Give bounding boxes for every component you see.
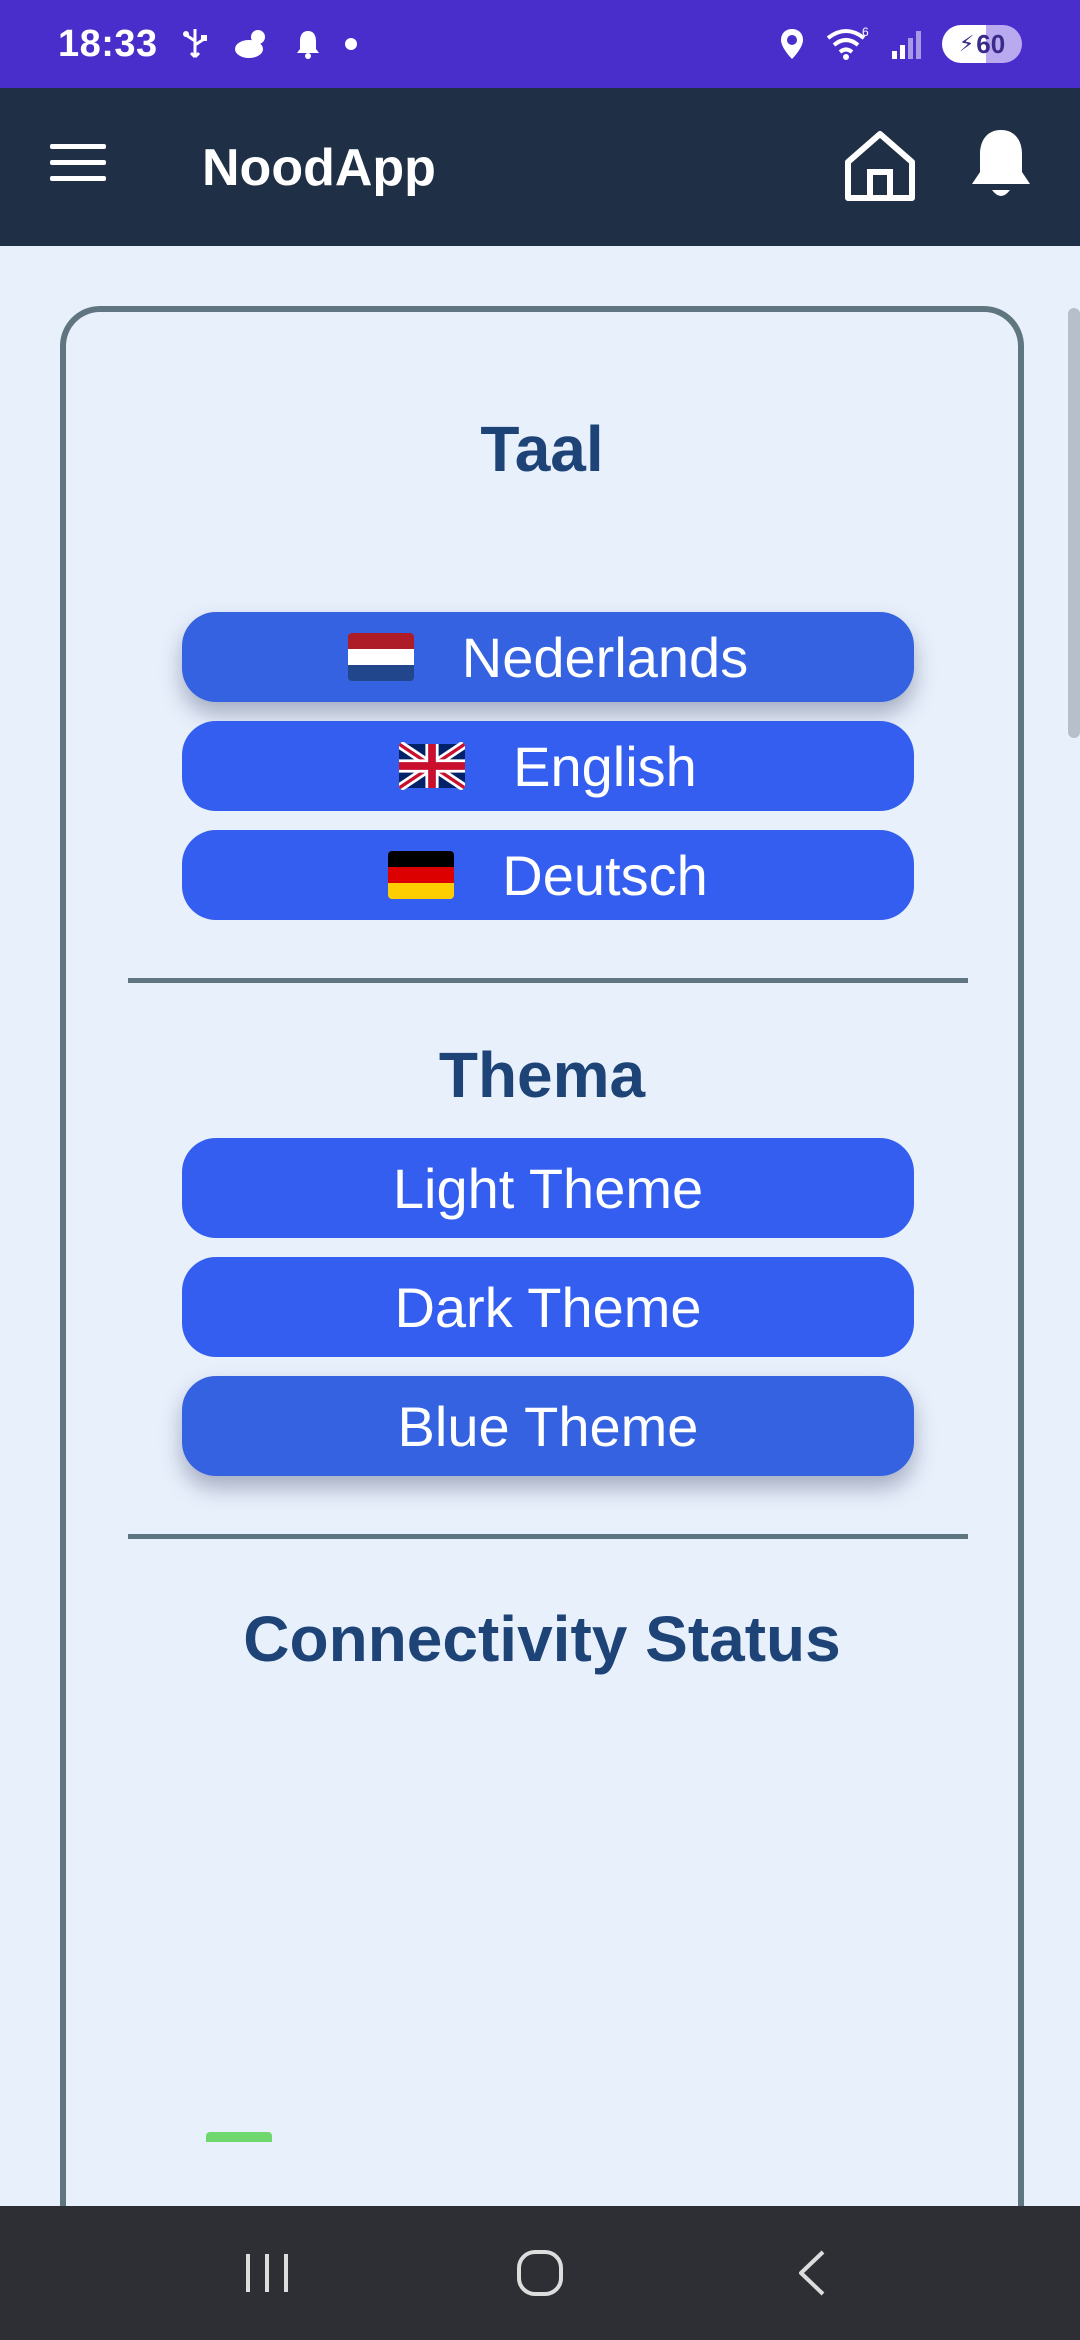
- battery-level: 60: [976, 28, 1006, 59]
- language-option-deutsch[interactable]: Deutsch: [182, 830, 914, 920]
- theme-section-title: Thema: [438, 1039, 646, 1111]
- back-button[interactable]: [768, 2228, 858, 2318]
- wifi-icon: 6: [826, 26, 869, 60]
- home-nav-button[interactable]: [495, 2228, 585, 2318]
- battery-icon: ⚡ 60: [942, 25, 1022, 63]
- recent-apps-icon: [245, 2254, 288, 2292]
- scrollbar-thumb[interactable]: [1068, 308, 1080, 738]
- light-theme-button[interactable]: Light Theme: [182, 1138, 914, 1238]
- location-icon: [781, 29, 803, 59]
- uk-flag-icon: [399, 742, 466, 790]
- blue-theme-button[interactable]: Blue Theme: [182, 1376, 914, 1476]
- status-time: 18:33: [58, 22, 158, 65]
- netherlands-flag-icon: [347, 633, 414, 681]
- germany-flag-icon: [388, 851, 455, 899]
- connectivity-indicator: [206, 2132, 272, 2142]
- settings-card: Taal Nederlands English Deutsch Thema Li…: [60, 306, 1024, 2206]
- language-option-label: Deutsch: [502, 843, 708, 907]
- section-divider: [128, 978, 968, 983]
- language-option-label: Nederlands: [461, 625, 749, 689]
- status-left: 18:33: [58, 23, 358, 66]
- dot-icon: [344, 38, 357, 50]
- section-divider: [128, 1534, 968, 1539]
- notification-bell-icon: [296, 31, 319, 59]
- usb-icon: [182, 29, 207, 59]
- back-chevron-icon: [799, 2250, 825, 2296]
- signal-icon: [892, 31, 921, 59]
- settings-content[interactable]: Taal Nederlands English Deutsch Thema Li…: [0, 246, 1080, 2206]
- language-section-title: Taal: [480, 413, 604, 485]
- language-option-nederlands[interactable]: Nederlands: [182, 612, 914, 702]
- status-bar: 18:33 6 ⚡ 60: [0, 0, 1080, 88]
- app-title: NoodApp: [202, 139, 436, 197]
- home-circle-icon: [516, 2250, 563, 2296]
- connectivity-section-title: Connectivity Status: [243, 1603, 841, 1675]
- charging-bolt-icon: ⚡: [958, 31, 975, 56]
- menu-icon[interactable]: [50, 144, 106, 188]
- bell-icon[interactable]: [968, 124, 1034, 204]
- system-nav-bar: [0, 2206, 1080, 2340]
- weather-icon: [234, 30, 265, 58]
- language-option-label: English: [513, 734, 697, 798]
- svg-text:6: 6: [862, 26, 869, 39]
- home-icon[interactable]: [840, 126, 920, 206]
- dark-theme-button[interactable]: Dark Theme: [182, 1257, 914, 1357]
- status-right: 6 ⚡ 60: [778, 25, 1022, 63]
- recent-apps-button[interactable]: [222, 2228, 312, 2318]
- app-bar: NoodApp: [0, 88, 1080, 246]
- language-option-english[interactable]: English: [182, 721, 914, 811]
